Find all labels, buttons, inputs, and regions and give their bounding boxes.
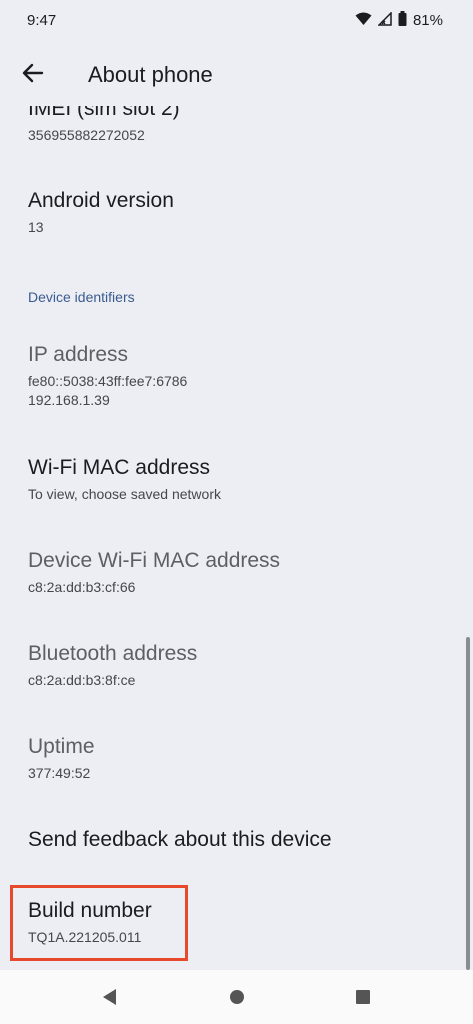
- item-title: IP address: [28, 343, 129, 366]
- list-item-android-version[interactable]: Android version 13: [28, 188, 448, 237]
- item-subtitle: 356955882272052: [28, 127, 145, 143]
- nav-recents-button[interactable]: [352, 986, 374, 1008]
- nav-back-button[interactable]: [98, 986, 120, 1008]
- nav-home-icon: [226, 990, 248, 1012]
- nav-recents-icon: [352, 990, 374, 1012]
- item-subtitle: 377:49:52: [28, 765, 91, 781]
- item-title: Device Wi-Fi MAC address: [28, 549, 281, 572]
- page-title: About phone: [88, 62, 213, 87]
- item-subtitle: c8:2a:dd:b3:8f:ce: [28, 672, 136, 688]
- item-title: Send feedback about this device: [28, 828, 332, 851]
- section-header: Device identifiers: [28, 289, 135, 305]
- list-item-bluetooth-address[interactable]: Bluetooth address c8:2a:dd:b3:8f:ce: [28, 641, 448, 690]
- item-subtitle: c8:2a:dd:b3:cf:66: [28, 579, 136, 595]
- item-title: Android version: [28, 189, 174, 212]
- build-number-highlight: [10, 885, 188, 961]
- status-icons: 81%: [355, 10, 443, 30]
- list-item-device-wifi-mac[interactable]: Device Wi-Fi MAC address c8:2a:dd:b3:cf:…: [28, 548, 448, 597]
- list-item-wifi-mac[interactable]: Wi-Fi MAC address To view, choose saved …: [28, 455, 448, 504]
- signal-icon: [377, 10, 392, 30]
- nav-back-icon: [98, 989, 120, 1012]
- navigation-bar: [0, 970, 473, 1024]
- nav-home-button[interactable]: [226, 986, 248, 1008]
- item-title: Bluetooth address: [28, 642, 198, 665]
- wifi-icon: [355, 12, 372, 30]
- battery-percent: 81%: [412, 12, 443, 29]
- item-title: Wi-Fi MAC address: [28, 456, 211, 479]
- item-subtitle-line-1: fe80::5038:43ff:fee7:6786: [28, 373, 188, 389]
- item-title: Uptime: [28, 735, 95, 758]
- list-item-uptime[interactable]: Uptime 377:49:52: [28, 734, 448, 783]
- list-item-ip-address[interactable]: IP address fe80::5038:43ff:fee7:6786 192…: [28, 342, 448, 410]
- item-subtitle: 13: [28, 219, 44, 235]
- app-bar: About phone: [0, 44, 473, 106]
- scrollbar[interactable]: [466, 637, 470, 970]
- back-button[interactable]: [14, 56, 52, 94]
- item-subtitle: To view, choose saved network: [28, 486, 221, 502]
- settings-list[interactable]: IMEI (sim slot 2) 356955882272052 Androi…: [0, 96, 473, 970]
- list-item-send-feedback[interactable]: Send feedback about this device: [28, 827, 448, 853]
- battery-icon: [398, 11, 407, 30]
- arrow-back-icon: [22, 63, 44, 88]
- item-subtitle-line-2: 192.168.1.39: [28, 392, 110, 408]
- status-time: 9:47: [27, 12, 57, 29]
- status-bar: 9:47 81%: [0, 0, 473, 44]
